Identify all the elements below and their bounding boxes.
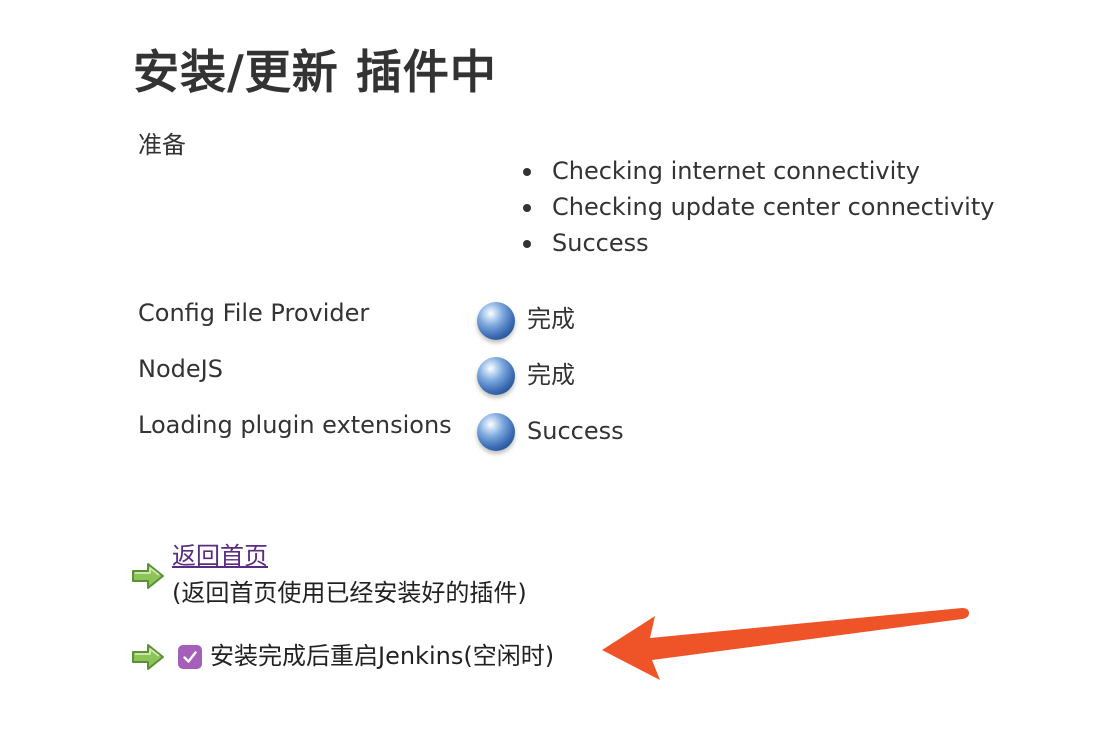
plugin-status: 完成 [527,305,575,333]
page-title: 安装/更新 插件中 [133,45,497,99]
check-text: Success [552,229,649,257]
bullet-icon [523,204,531,212]
plugin-name-nodejs: NodeJS [138,355,223,383]
green-arrow-icon [132,644,164,670]
plugin-status: Success [527,417,624,445]
blue-ball-icon [477,413,515,451]
list-item: Checking update center connectivity [520,192,994,228]
home-link[interactable]: 返回首页 [172,541,268,571]
list-item: Success [520,228,994,264]
green-arrow-icon [132,563,164,589]
plugin-name-config-file-provider: Config File Provider [138,299,370,327]
preparation-label: 准备 [138,131,186,159]
check-text: Checking update center connectivity [552,193,995,221]
restart-checkbox-label[interactable]: 安装完成后重启Jenkins(空闲时) [210,641,554,671]
blue-ball-icon [477,302,515,340]
check-text: Checking internet connectivity [552,157,920,185]
bullet-icon [523,168,531,176]
annotation-arrow-icon [602,608,969,680]
bullet-icon [523,240,531,248]
plugin-status: 完成 [527,361,575,389]
blue-ball-icon [477,357,515,395]
preparation-check-list: Checking internet connectivity Checking … [520,156,994,264]
home-link-note: (返回首页使用已经安装好的插件) [172,579,527,607]
list-item: Checking internet connectivity [520,156,994,192]
plugin-name-loading-extensions: Loading plugin extensions [138,411,452,439]
checkmark-icon [183,651,197,663]
restart-checkbox[interactable] [178,645,202,669]
